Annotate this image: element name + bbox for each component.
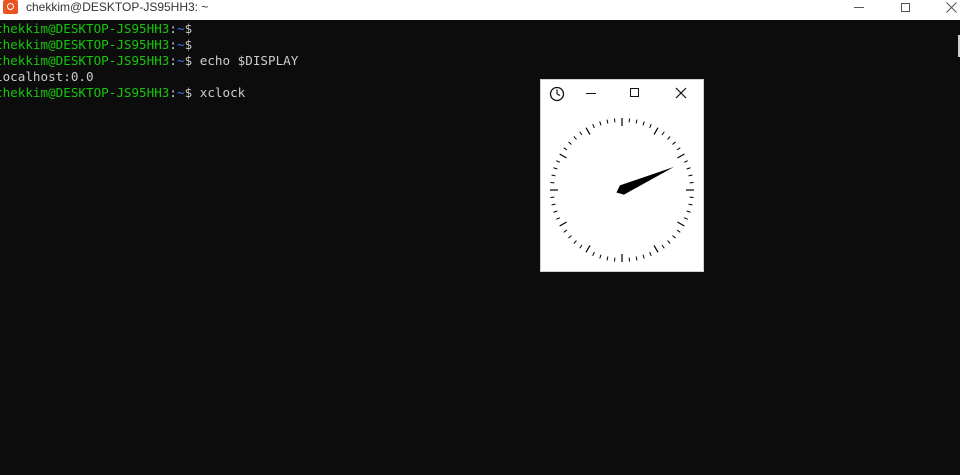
clock-minor-tick xyxy=(606,256,609,261)
prompt-separator: : xyxy=(169,21,177,36)
clock-minor-tick xyxy=(551,174,556,177)
clock-minor-tick xyxy=(573,136,577,140)
terminal-line: chekkim@DESKTOP-JS95HH3:~$ echo $DISPLAY xyxy=(0,53,298,69)
clock-minor-tick xyxy=(672,235,676,239)
prompt-path: ~ xyxy=(176,21,185,36)
clock-minor-tick xyxy=(676,147,681,151)
clock-major-tick xyxy=(559,153,567,159)
minimize-button[interactable] xyxy=(836,0,882,14)
clock-major-tick xyxy=(559,221,567,227)
terminal-output-line: localhost:0.0 xyxy=(0,69,94,84)
prompt-user: chekkim@DESKTOP-JS95HH3 xyxy=(0,85,170,100)
clock-minor-tick xyxy=(642,121,645,126)
prompt-user: chekkim@DESKTOP-JS95HH3 xyxy=(0,37,170,52)
clock-minor-tick xyxy=(606,119,609,124)
clock-minor-tick xyxy=(686,167,691,170)
clock-minor-tick xyxy=(568,141,572,145)
clock-minor-tick xyxy=(592,124,595,129)
clock-major-tick xyxy=(585,127,591,135)
clock-minor-tick xyxy=(683,160,688,163)
window-title: chekkim@DESKTOP-JS95HH3: ~ xyxy=(26,0,209,14)
terminal-line: chekkim@DESKTOP-JS95HH3:~$ xyxy=(0,37,192,53)
command-text: echo $DISPLAY xyxy=(192,53,299,68)
title-bar: chekkim@DESKTOP-JS95HH3: ~ xyxy=(0,0,960,20)
clock-major-tick xyxy=(653,127,659,135)
clock-minor-tick xyxy=(686,210,691,213)
clock-minor-tick xyxy=(683,217,688,220)
prompt-symbol: $ xyxy=(184,37,193,52)
terminal-line: chekkim@DESKTOP-JS95HH3:~$ xclock xyxy=(0,85,245,101)
maximize-icon xyxy=(900,2,910,12)
clock-minor-tick xyxy=(642,254,645,259)
clock-minor-tick xyxy=(563,229,568,233)
maximize-button[interactable] xyxy=(882,0,928,14)
hour-hand xyxy=(616,175,655,195)
prompt-user: chekkim@DESKTOP-JS95HH3 xyxy=(0,21,170,36)
clock-minor-tick xyxy=(649,124,652,129)
clock-minor-tick xyxy=(635,119,638,124)
clock-minor-tick xyxy=(667,240,671,244)
clock-minor-tick xyxy=(592,251,595,256)
clock-icon[interactable] xyxy=(549,86,565,102)
xclock-minimize-button[interactable] xyxy=(585,86,597,102)
terminal-output[interactable]: chekkim@DESKTOP-JS95HH3:~$ chekkim@DESKT… xyxy=(0,21,958,475)
clock-minor-tick xyxy=(556,160,561,163)
prompt-separator: : xyxy=(169,37,177,52)
clock-minor-tick xyxy=(688,174,693,177)
close-icon xyxy=(945,1,957,13)
clock-major-tick xyxy=(677,221,685,227)
xclock-window[interactable] xyxy=(540,79,704,272)
clock-major-tick xyxy=(677,153,685,159)
clock-minor-tick xyxy=(579,131,583,136)
clock-minor-tick xyxy=(553,210,558,213)
clock-major-tick xyxy=(653,245,659,253)
ubuntu-app-icon[interactable] xyxy=(3,0,18,14)
terminal-line: chekkim@DESKTOP-JS95HH3:~$ xyxy=(0,21,192,37)
command-text: xclock xyxy=(192,85,246,100)
close-button[interactable] xyxy=(928,0,960,14)
prompt-separator: : xyxy=(169,85,177,100)
clock-minor-tick xyxy=(688,203,693,206)
clock-minor-tick xyxy=(573,240,577,244)
clock-minor-tick xyxy=(599,254,602,259)
clock-minor-tick xyxy=(672,141,676,145)
prompt-path: ~ xyxy=(176,85,185,100)
clock-minor-tick xyxy=(579,244,583,249)
clock-minor-tick xyxy=(599,121,602,126)
prompt-user: chekkim@DESKTOP-JS95HH3 xyxy=(0,53,170,68)
prompt-separator: : xyxy=(169,53,177,68)
clock-minor-tick xyxy=(667,136,671,140)
clock-face xyxy=(550,118,694,262)
xclock-close-button[interactable] xyxy=(674,86,688,100)
prompt-path: ~ xyxy=(176,37,185,52)
prompt-path: ~ xyxy=(176,53,185,68)
clock-minor-tick xyxy=(563,147,568,151)
prompt-symbol: $ xyxy=(184,21,193,36)
clock-minor-tick xyxy=(661,131,665,136)
clock-minor-tick xyxy=(661,244,665,249)
minimize-icon xyxy=(586,93,596,94)
maximize-icon xyxy=(630,88,639,97)
clock-minor-tick xyxy=(551,203,556,206)
clock-minor-tick xyxy=(553,167,558,170)
clock-minor-tick xyxy=(635,256,638,261)
clock-minor-tick xyxy=(568,235,572,239)
clock-minor-tick xyxy=(649,251,652,256)
clock-minor-tick xyxy=(676,229,681,233)
minimize-icon xyxy=(854,6,864,8)
xclock-maximize-button[interactable] xyxy=(629,87,640,98)
clock-minor-tick xyxy=(556,217,561,220)
clock-major-tick xyxy=(585,245,591,253)
